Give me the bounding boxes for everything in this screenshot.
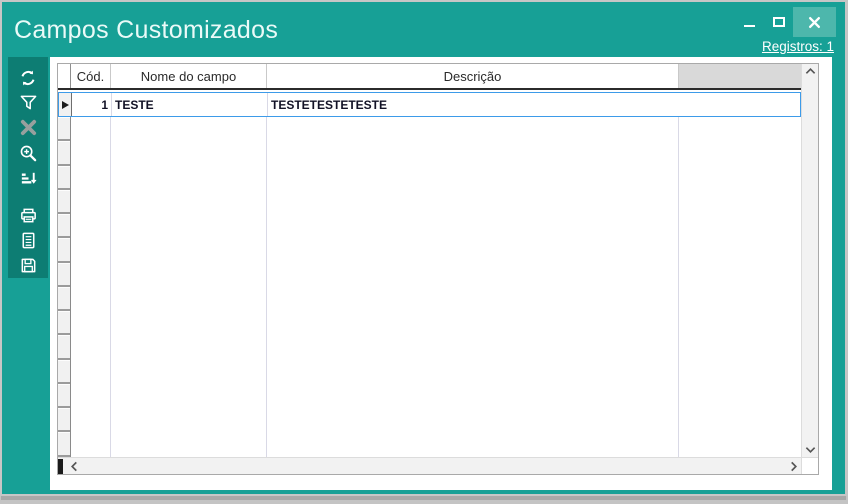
clear-filter-button[interactable] [15, 115, 41, 140]
close-icon [808, 16, 821, 29]
row-selector-strip [58, 117, 71, 457]
header-cod[interactable]: Cód. [71, 64, 111, 88]
window-title: Campos Customizados [14, 16, 278, 45]
scrollbar-corner [801, 457, 818, 474]
screen: Campos Customizados Registros: 1 [0, 0, 848, 504]
empty-selector-cell [58, 408, 70, 432]
save-icon [19, 256, 38, 275]
empty-selector-cell [58, 384, 70, 408]
registros-link[interactable]: Registros: 1 [762, 39, 834, 54]
app-window: Campos Customizados Registros: 1 [2, 2, 845, 494]
cell-cod[interactable]: 1 [72, 93, 112, 116]
zoom-icon [19, 144, 38, 163]
empty-selector-cell [58, 263, 70, 287]
horizontal-scrollbar[interactable] [58, 457, 801, 474]
sort-button[interactable] [15, 166, 41, 191]
clear-filter-icon [19, 118, 38, 137]
empty-selector-cell [58, 117, 70, 141]
column-divider [678, 117, 679, 457]
empty-selector-cell [58, 432, 70, 456]
minimize-icon [744, 25, 755, 27]
empty-selector-cell [58, 287, 70, 311]
hscroll-thumb[interactable] [58, 459, 63, 474]
maximize-icon [773, 17, 785, 27]
grid-header: Cód. Nome do campo Descrição [58, 64, 801, 90]
empty-selector-cell [58, 166, 70, 190]
refresh-icon [18, 68, 38, 88]
current-row-arrow-icon [62, 101, 69, 109]
sort-icon [19, 169, 38, 188]
empty-selector-cell [58, 238, 70, 262]
row-selector[interactable] [59, 93, 72, 116]
filter-icon [19, 93, 38, 112]
toolbar [8, 57, 48, 278]
content-area: Cód. Nome do campo Descrição 1 TESTE TES… [50, 57, 832, 490]
header-descricao[interactable]: Descrição [267, 64, 679, 88]
titlebar[interactable]: Campos Customizados Registros: 1 [2, 2, 845, 57]
vertical-scrollbar[interactable] [801, 64, 818, 457]
cell-nome[interactable]: TESTE [112, 93, 268, 116]
scroll-right-icon [790, 461, 798, 472]
data-grid: Cód. Nome do campo Descrição 1 TESTE TES… [57, 63, 819, 475]
minimize-button[interactable] [735, 7, 764, 37]
column-divider [266, 117, 267, 457]
filter-button[interactable] [15, 90, 41, 115]
maximize-button[interactable] [764, 7, 793, 37]
cell-descricao[interactable]: TESTETESTETESTE [268, 93, 680, 116]
save-button[interactable] [15, 253, 41, 278]
scroll-up-icon[interactable] [805, 67, 816, 75]
empty-selector-cell [58, 214, 70, 238]
header-extra [679, 64, 801, 88]
table-row[interactable]: 1 TESTE TESTETESTETESTE [58, 92, 801, 117]
scroll-left-button[interactable] [66, 459, 81, 474]
zoom-button[interactable] [15, 141, 41, 166]
refresh-button[interactable] [15, 65, 41, 90]
empty-selector-cell [58, 335, 70, 359]
empty-selector-cell [58, 190, 70, 214]
empty-selector-cell [58, 141, 70, 165]
empty-selector-cell [58, 311, 70, 335]
empty-selector-cell [58, 360, 70, 384]
grid-body [58, 117, 801, 457]
scroll-down-icon[interactable] [805, 446, 816, 454]
print-button[interactable] [15, 202, 41, 227]
window-controls [735, 7, 836, 37]
column-divider [110, 117, 111, 457]
print-icon [19, 206, 38, 225]
report-icon [19, 231, 38, 250]
scroll-left-icon [70, 461, 78, 472]
header-row-selector [58, 64, 71, 88]
close-button[interactable] [793, 7, 836, 37]
scroll-right-button[interactable] [786, 459, 801, 474]
report-button[interactable] [15, 228, 41, 253]
header-nome[interactable]: Nome do campo [111, 64, 267, 88]
